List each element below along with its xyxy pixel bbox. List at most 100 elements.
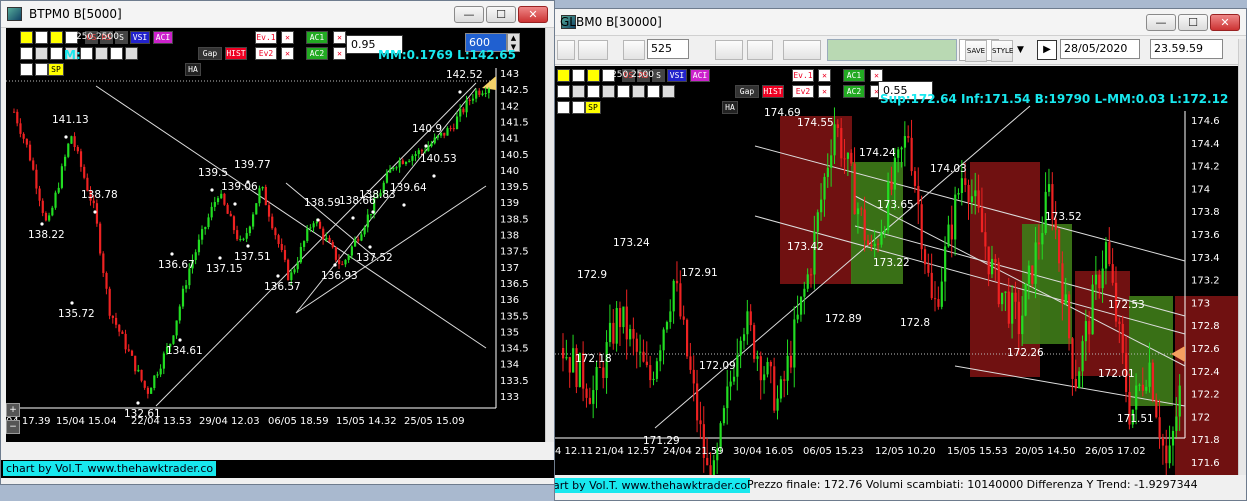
tool-glyph-icon[interactable] [80,47,93,60]
right-spin-input[interactable]: 525 [647,39,689,59]
tool-glyph-icon[interactable] [20,47,33,60]
sp-indicator-icon[interactable]: SP [48,63,64,76]
color-swatch-icon[interactable] [587,69,600,82]
volume-bars-icon[interactable] [715,40,743,60]
y-tick-label: 173 [1191,298,1210,309]
chevron-down-icon[interactable]: ▼ [1017,45,1024,55]
ac2-indicator-icon[interactable]: AC2 [843,85,865,98]
candle-body [204,227,207,230]
close-x-icon[interactable]: ✕ [281,31,294,44]
left-titlebar[interactable]: BTPM0 B[5000] — ☐ ✕ [1,1,554,28]
hist-indicator-icon[interactable]: HIST [225,47,247,60]
blank-button[interactable] [783,40,821,60]
ha-indicator-icon[interactable]: HA [722,101,738,114]
bar-style-icon[interactable] [578,40,608,60]
date-input[interactable]: 28/05/2020 [1060,39,1140,59]
ev2-indicator-icon[interactable]: Ev2 [255,47,277,60]
y-tick-label: 174 [1191,184,1210,195]
style-button[interactable]: STYLE [991,40,1013,62]
tool-glyph-icon[interactable] [617,85,630,98]
tool-glyph-icon[interactable] [20,63,33,76]
tool-glyph-icon[interactable] [125,47,138,60]
pivot-label: 172.9 [577,269,607,281]
tool-glyph-icon[interactable] [662,85,675,98]
candle-body [360,234,363,241]
candle-body [264,186,267,206]
ev2-indicator-icon[interactable]: Ev2 [792,85,814,98]
zoom-out-icon[interactable]: − [6,420,20,434]
close-x-icon[interactable]: ✕ [333,31,346,44]
tool-glyph-icon[interactable] [572,101,585,114]
left-credit-link[interactable]: chart by Vol.T. www.thehawktrader.co [3,461,217,476]
save-disk-icon[interactable] [557,40,575,60]
color-swatch-icon[interactable] [35,31,48,44]
candle-body [99,223,102,254]
candle-body [1014,292,1017,302]
tool-glyph-icon[interactable] [647,85,660,98]
minimize-button[interactable]: — [1146,14,1176,31]
tool-glyph-icon[interactable] [557,85,570,98]
calculator-icon[interactable] [623,40,645,60]
close-x-icon[interactable]: ✕ [818,69,831,82]
vsi-indicator-icon[interactable]: VSI [667,69,687,82]
color-swatch-icon[interactable] [20,31,33,44]
tool-glyph-icon[interactable] [50,47,63,60]
candle-body [846,152,850,159]
right-titlebar[interactable]: GLBM0 B[30000] — ☐ ✕ [555,9,1246,36]
ev1-indicator-icon[interactable]: Ev.1 [255,31,277,44]
candle-body [810,274,813,276]
tool-glyph-icon[interactable] [557,101,570,114]
candle-body [806,274,809,289]
ev1-indicator-icon[interactable]: Ev.1 [792,69,814,82]
ac1-indicator-icon[interactable]: AC1 [306,31,328,44]
tool-glyph-icon[interactable] [632,85,645,98]
candle-body [70,136,73,144]
right-vertical-scrollbar[interactable] [1238,39,1246,475]
right-credit-link[interactable]: chart by Vol.T. www.thehawktrader.co [555,478,751,493]
speaker-icon[interactable] [747,40,773,60]
sp-indicator-icon[interactable]: SP [585,101,601,114]
close-x-icon[interactable]: ✕ [333,47,346,60]
zoom-in-icon[interactable]: + [6,403,20,417]
hist-indicator-icon[interactable]: HIST [762,85,784,98]
color-swatch-icon[interactable] [557,69,570,82]
close-x-icon[interactable]: ✕ [281,47,294,60]
btp-price-chart[interactable]: 143 142.5 142 141.5 141 140.5 140 139.5 139 138.5… [6,28,548,442]
maximize-button[interactable]: ☐ [1178,14,1208,31]
vsi-indicator-icon[interactable]: VSI [130,31,150,44]
bund-price-chart[interactable]: 174.6 174.4 174.2 174 173.8 173.6 173.4 173.2 17… [555,66,1246,475]
aci-indicator-icon[interactable]: ACI [153,31,173,44]
maximize-button[interactable]: ☐ [486,6,516,23]
candle-body [659,350,662,362]
tool-glyph-icon[interactable] [35,63,48,76]
ac1-indicator-icon[interactable]: AC1 [843,69,865,82]
gap-indicator-icon[interactable]: Gap [735,85,759,98]
tool-glyph-icon[interactable] [572,85,585,98]
pivot-label: 171.29 [643,435,680,447]
candle-body [357,239,360,241]
color-swatch-icon[interactable] [572,69,585,82]
left-zoom-controls[interactable]: + − [6,403,22,439]
tool-glyph-icon[interactable] [110,47,123,60]
candle-body [897,149,900,158]
color-swatch-icon[interactable] [50,31,63,44]
close-x-icon[interactable]: ✕ [818,85,831,98]
time-input[interactable]: 23.59.59 [1150,39,1223,59]
tool-glyph-icon[interactable] [602,85,615,98]
ac2-indicator-icon[interactable]: AC2 [306,47,328,60]
tool-glyph-icon[interactable] [587,85,600,98]
minimize-button[interactable]: — [454,6,484,23]
pivot-dot [368,245,372,249]
candle-body [344,259,347,265]
candle-body [471,98,475,101]
close-button[interactable]: ✕ [1210,14,1240,31]
play-icon[interactable]: ▶ [1037,40,1057,60]
ha-indicator-icon[interactable]: HA [185,63,201,76]
gap-indicator-icon[interactable]: Gap [198,47,222,60]
close-button[interactable]: ✕ [518,6,548,23]
bund-chart-window: GLBM0 B[30000] — ☐ ✕ 525 SAVE STYLE ▼ ▶ … [554,8,1247,501]
aci-indicator-icon[interactable]: ACI [690,69,710,82]
tool-glyph-icon[interactable] [95,47,108,60]
tool-glyph-icon[interactable] [35,47,48,60]
save-button[interactable]: SAVE [965,40,987,62]
